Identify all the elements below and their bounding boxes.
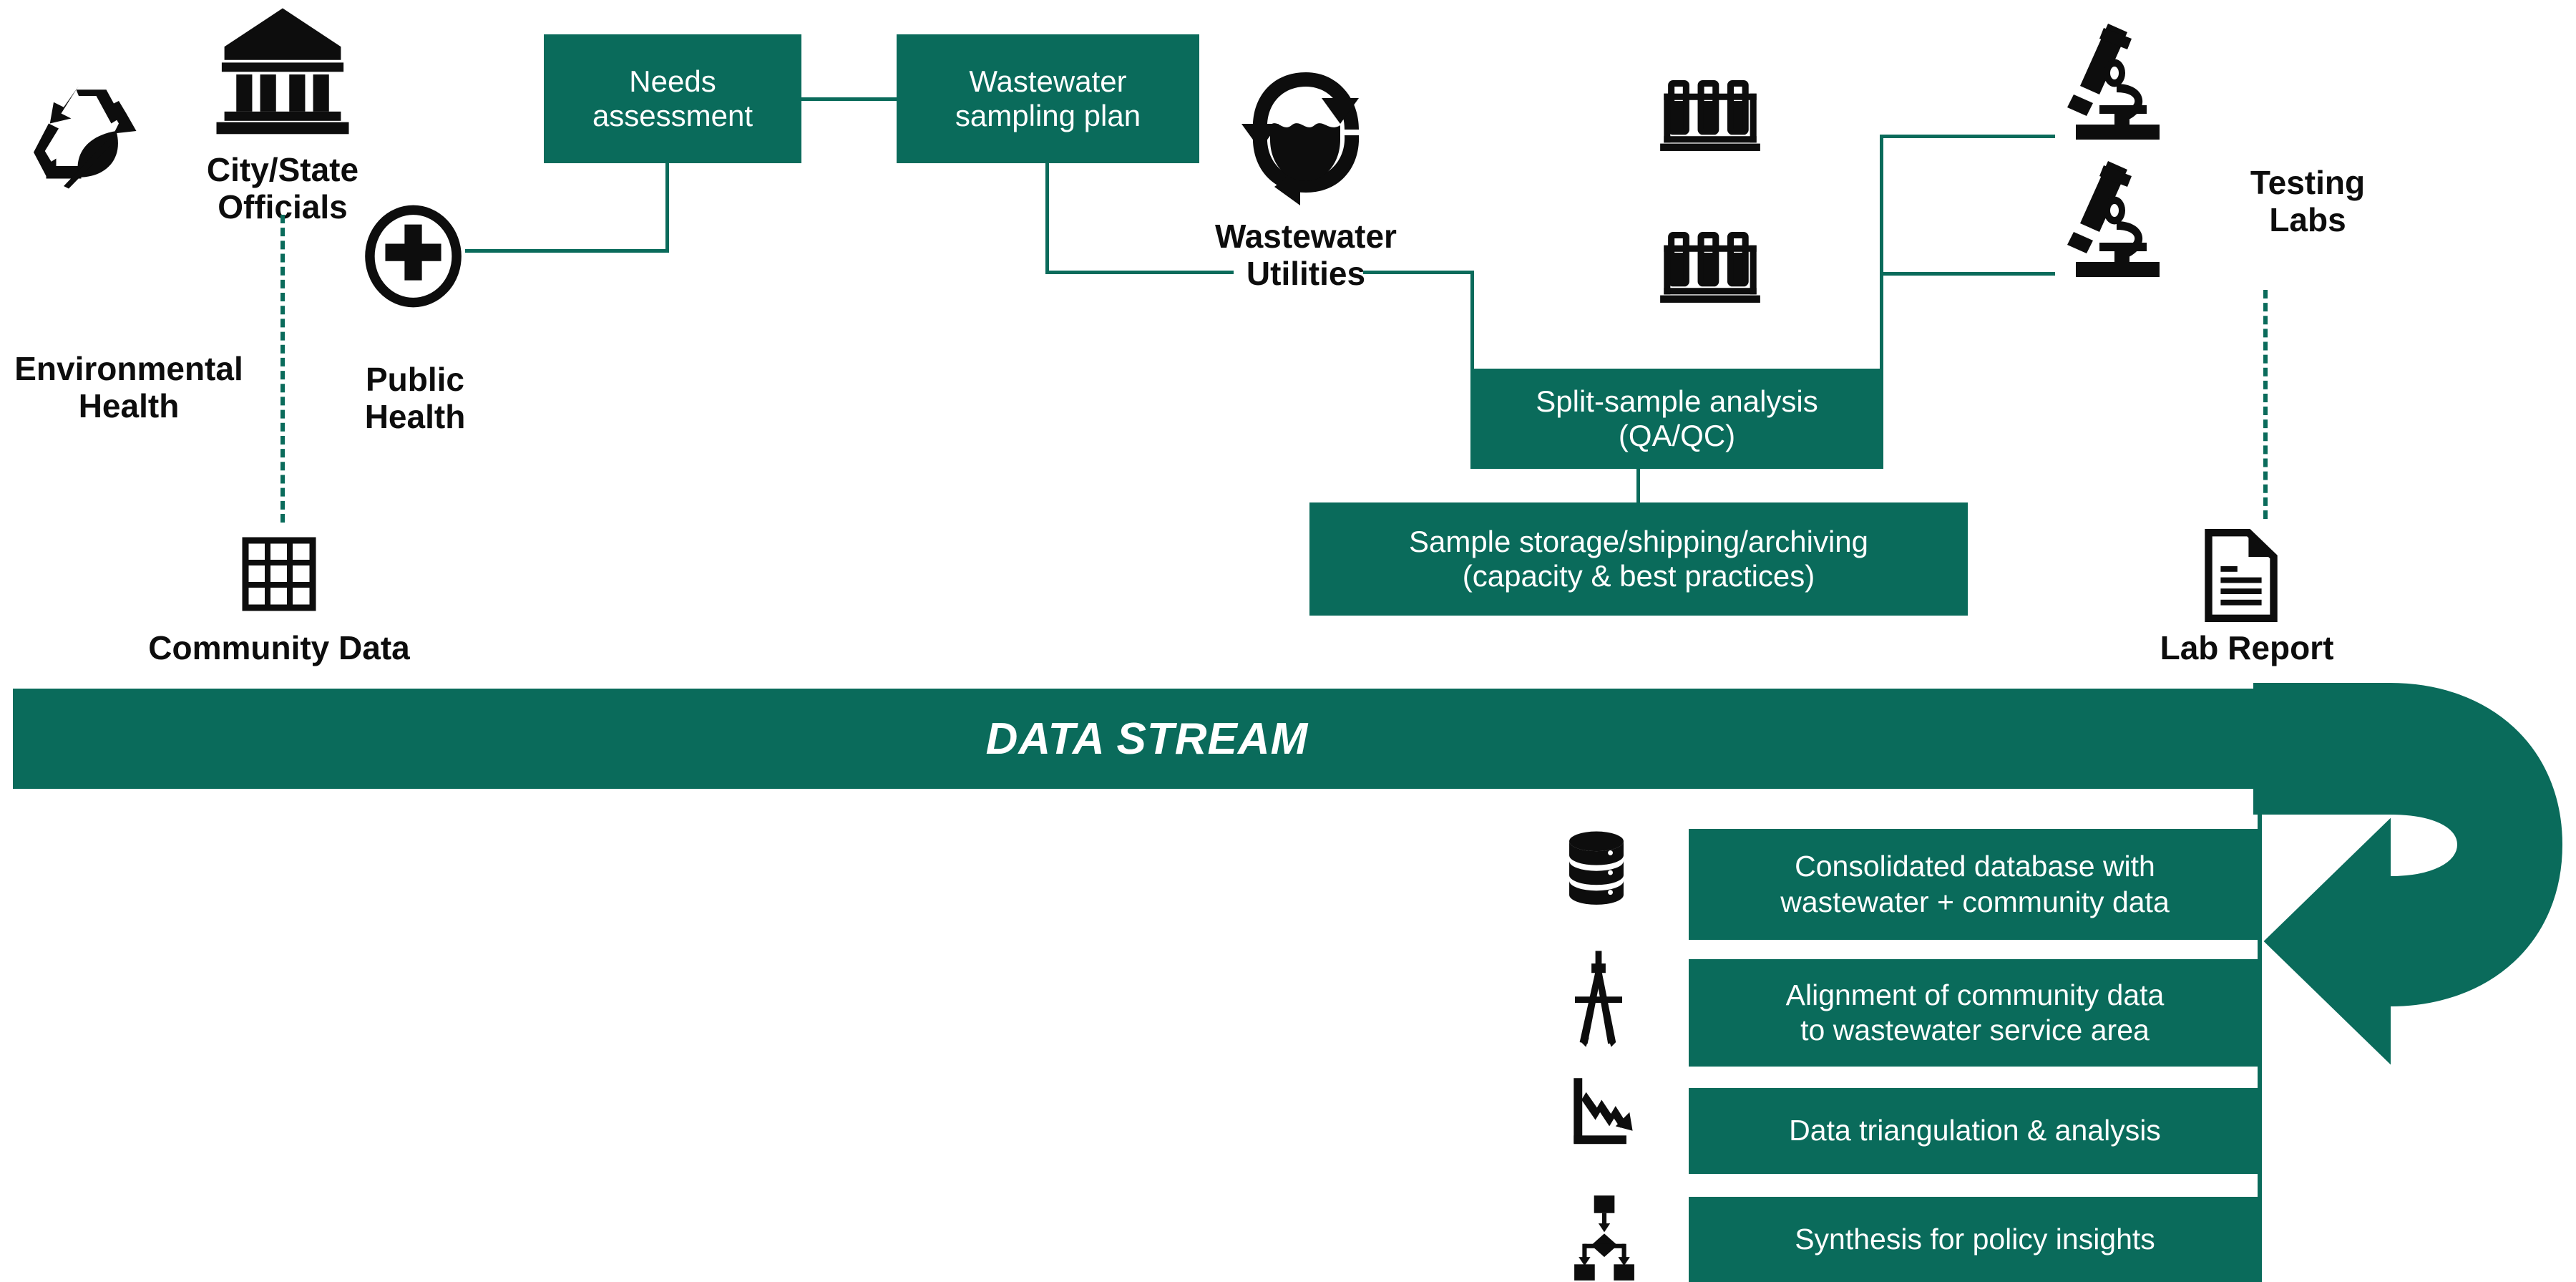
diagram-canvas: City/State Officials Environmental Healt… — [0, 0, 2576, 1282]
document-icon — [2204, 528, 2278, 623]
water-cycle-icon — [1234, 61, 1377, 205]
connector-utilities-right — [1363, 271, 1474, 274]
connector-split-to-storage — [1636, 469, 1640, 505]
connector-labs-lower — [1880, 272, 2055, 276]
dashed-connector-labs-report — [2263, 290, 2268, 519]
data-stream-label: DATA STREAM — [985, 714, 1309, 764]
compass-icon — [1567, 948, 1630, 1049]
dashed-connector-officials-community — [280, 215, 285, 523]
consolidated-database-row[interactable]: Consolidated database with wastewater + … — [1689, 829, 2261, 940]
chart-down-icon — [1571, 1074, 1636, 1154]
wastewater-sampling-plan-box[interactable]: Wastewater sampling plan — [897, 34, 1199, 163]
connector-publichealth-horizontal — [465, 249, 669, 253]
synthesis-policy-row[interactable]: Synthesis for policy insights — [1689, 1197, 2261, 1282]
recycle-leaf-icon — [29, 86, 154, 189]
alignment-community-row[interactable]: Alignment of community data to wastewate… — [1689, 959, 2261, 1067]
connector-publichealth-vertical — [665, 163, 669, 253]
hierarchy-icon — [1571, 1195, 1636, 1281]
grid-table-icon — [242, 537, 316, 611]
bank-icon — [215, 4, 351, 137]
test-tube-rack-icon — [1660, 79, 1760, 157]
testing-labs-label: Testing Labs — [2250, 164, 2366, 238]
split-sample-analysis-box[interactable]: Split-sample analysis (QA/QC) — [1470, 369, 1883, 469]
medical-cross-icon — [365, 205, 462, 308]
connector-labs-bracket-vertical — [1880, 135, 1883, 374]
needs-assessment-box[interactable]: Needs assessment — [544, 34, 801, 163]
feedback-loop-arrow — [2253, 683, 2576, 1142]
data-stream-banner: DATA STREAM — [13, 689, 2281, 789]
database-icon — [1563, 830, 1629, 909]
test-tube-rack-icon — [1660, 230, 1760, 309]
sample-storage-box[interactable]: Sample storage/shipping/archiving (capac… — [1309, 502, 1968, 616]
microscope-icon — [2061, 21, 2168, 140]
lab-report-label: Lab Report — [2160, 629, 2334, 666]
environmental-health-label: Environmental Health — [14, 350, 243, 424]
connector-utilities-down — [1470, 271, 1474, 371]
connector-needs-to-plan — [801, 97, 897, 101]
connector-labs-upper — [1880, 135, 2055, 138]
wastewater-utilities-label: Wastewater Utilities — [1215, 218, 1397, 292]
community-data-label: Community Data — [148, 629, 410, 666]
data-triangulation-row[interactable]: Data triangulation & analysis — [1689, 1088, 2261, 1174]
connector-plan-vertical — [1045, 163, 1049, 274]
public-health-label: Public Health — [364, 361, 466, 435]
microscope-icon — [2061, 159, 2168, 277]
